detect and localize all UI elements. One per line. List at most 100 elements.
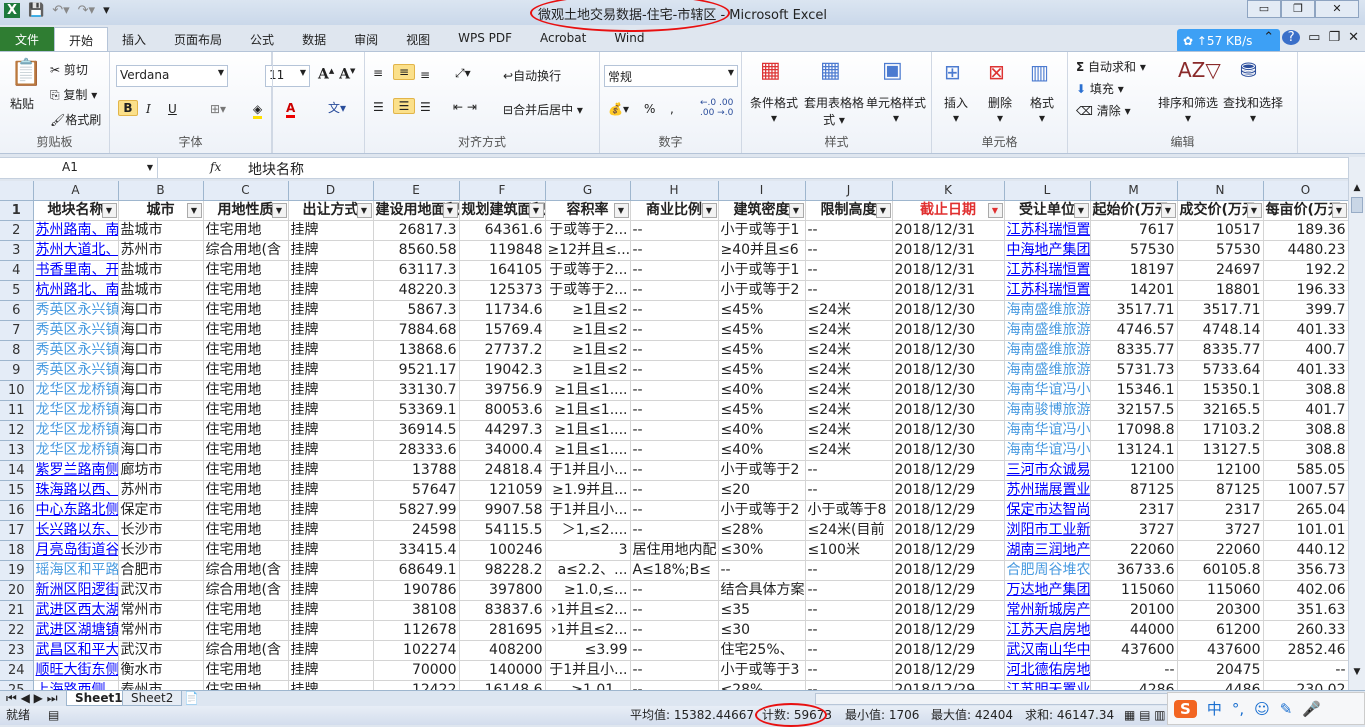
cell-I[interactable]: ≤30% [718,540,806,561]
column-header-J[interactable]: J [805,181,893,201]
cell-H[interactable]: -- [630,400,719,421]
filter-dropdown-icon[interactable]: ▼ [101,203,117,218]
cell-F[interactable]: 24818.4 [459,460,546,481]
cell-E[interactable]: 68649.1 [373,560,460,581]
cell-M[interactable]: 12100 [1090,460,1178,481]
header-cell[interactable]: 容积率 ▼ [545,200,631,221]
macro-record-icon[interactable]: ▤ [48,706,59,725]
cell-A[interactable]: 武进区湖塘镇 [33,620,119,641]
cell-M[interactable]: 17098.8 [1090,420,1178,441]
cell-F[interactable]: 16148.6 [459,680,546,690]
cell-L[interactable]: 武汉南山华中 [1004,640,1091,661]
ime-punct-icon[interactable]: °, [1232,700,1244,718]
cell-J[interactable]: ≤24米 [805,300,893,321]
cell-H[interactable]: -- [630,380,719,401]
row-header[interactable]: 6 [0,300,34,321]
cell-I[interactable]: ≤28% [718,520,806,541]
cell-D[interactable]: 挂牌 [288,500,374,521]
cell-J[interactable]: -- [805,480,893,501]
row-header[interactable]: 9 [0,360,34,381]
minimize-button[interactable]: ▭ [1247,0,1281,18]
cell-N[interactable]: 3517.71 [1177,300,1264,321]
cell-I[interactable]: ≤40% [718,440,806,461]
cell-E[interactable]: 36914.5 [373,420,460,441]
cell-M[interactable]: 14201 [1090,280,1178,301]
cell-C[interactable]: 住宅用地 [203,380,289,401]
cell-M[interactable]: 20100 [1090,600,1178,621]
cell-H[interactable]: -- [630,520,719,541]
cell-G[interactable]: ›1并且≤2... [545,600,631,621]
cell-M[interactable]: 22060 [1090,540,1178,561]
cell-B[interactable]: 长沙市 [118,540,204,561]
format-cells-button[interactable]: 格式 ▾ [1030,94,1054,125]
filter-dropdown-icon[interactable]: ▼ [1160,203,1176,218]
cell-J[interactable]: -- [805,280,893,301]
cell-F[interactable]: 121059 [459,480,546,501]
cell-M[interactable]: 115060 [1090,580,1178,601]
cell-G[interactable]: 于1并且小... [545,460,631,481]
row-header[interactable]: 15 [0,480,34,501]
row-header[interactable]: 20 [0,580,34,601]
cell-E[interactable]: 13788 [373,460,460,481]
tab-4[interactable]: 公式 [236,27,288,51]
cell-D[interactable]: 挂牌 [288,280,374,301]
cell-I[interactable]: ≤45% [718,340,806,361]
cell-D[interactable]: 挂牌 [288,320,374,341]
cell-I[interactable]: 小于或等于2 [718,280,806,301]
cell-A[interactable]: 龙华区龙桥镇 [33,380,119,401]
cell-C[interactable]: 住宅用地 [203,680,289,690]
cell-H[interactable]: -- [630,680,719,690]
cell-O[interactable]: 260.33 [1263,620,1348,641]
cell-I[interactable]: ≤40% [718,420,806,441]
tab-7[interactable]: 视图 [392,27,444,51]
cell-K[interactable]: 2018/12/29 [892,600,1005,621]
cell-H[interactable]: 居住用地内配 [630,540,719,561]
vertical-scrollbar[interactable]: ▲ ▼ [1348,157,1365,690]
cell-H[interactable]: -- [630,440,719,461]
cell-E[interactable]: 26817.3 [373,220,460,241]
row-header[interactable]: 23 [0,640,34,661]
cell-H[interactable]: -- [630,600,719,621]
cell-A[interactable]: 书香里南、开 [33,260,119,281]
cell-F[interactable]: 54115.5 [459,520,546,541]
cell-J[interactable]: ≤24米 [805,340,893,361]
decimal-icons[interactable]: ←.0 .00.00 →.0 [700,98,733,118]
cell-G[interactable]: ≥1且≤2 [545,320,631,341]
cell-A[interactable]: 珠海路以西、 [33,480,119,501]
cell-D[interactable]: 挂牌 [288,220,374,241]
cell-E[interactable]: 7884.68 [373,320,460,341]
filter-dropdown-icon[interactable]: ▼ [356,203,372,218]
header-cell[interactable]: 起始价(万元) ▼ [1090,200,1178,221]
cell-I[interactable]: 小于或等于1 [718,260,806,281]
cell-B[interactable]: 苏州市 [118,480,204,501]
cell-J[interactable]: ≤24米 [805,380,893,401]
cell-K[interactable]: 2018/12/29 [892,460,1005,481]
cell-B[interactable]: 武汉市 [118,640,204,661]
cell-I[interactable]: 小于或等于1 [718,220,806,241]
cell-B[interactable]: 武汉市 [118,580,204,601]
cell-D[interactable]: 挂牌 [288,420,374,441]
cell-B[interactable]: 苏州市 [118,240,204,261]
cell-D[interactable]: 挂牌 [288,680,374,690]
name-box[interactable]: A1 ▼ [0,158,158,178]
cell-D[interactable]: 挂牌 [288,540,374,561]
cell-J[interactable]: ≤100米 [805,540,893,561]
cell-K[interactable]: 2018/12/29 [892,480,1005,501]
italic-button[interactable]: I [146,102,151,116]
cell-J[interactable]: ≤24米 [805,320,893,341]
header-cell[interactable]: 地块名称 ▼ [33,200,119,221]
cell-M[interactable]: 5731.73 [1090,360,1178,381]
cell-K[interactable]: 2018/12/29 [892,640,1005,661]
row-header[interactable]: 2 [0,220,34,241]
cell-A[interactable]: 秀英区永兴镇 [33,300,119,321]
cell-O[interactable]: 230.02 [1263,680,1348,690]
copy-button[interactable]: ⎘ 复制 ▾ [50,86,97,103]
row-header[interactable]: 18 [0,540,34,561]
cell-M[interactable]: 2317 [1090,500,1178,521]
cell-H[interactable]: -- [630,460,719,481]
cell-F[interactable]: 281695 [459,620,546,641]
cell-N[interactable]: 8335.77 [1177,340,1264,361]
cell-K[interactable]: 2018/12/29 [892,680,1005,690]
cell-G[interactable]: ≥1且≤1.... [545,380,631,401]
format-painter-button[interactable]: 🖌格式刷 [50,111,101,128]
